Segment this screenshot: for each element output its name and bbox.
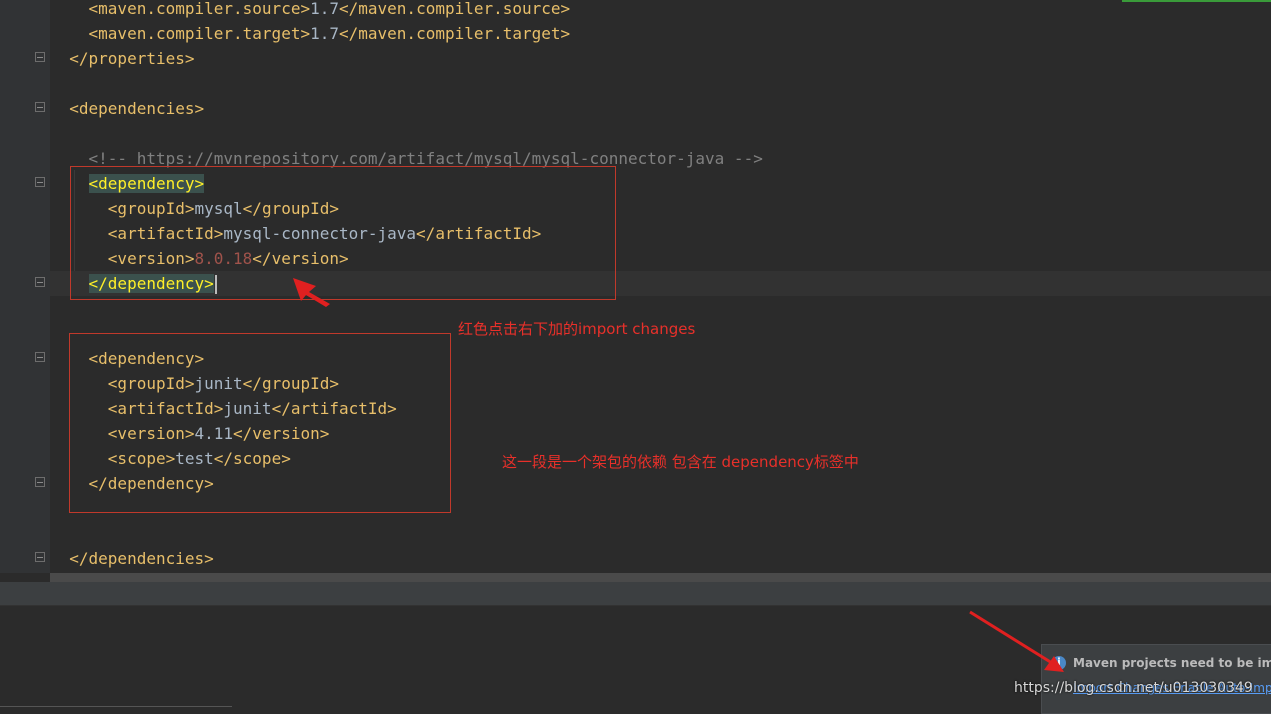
maven-import-notification[interactable]: i Maven projects need to be impo Import … <box>1041 644 1271 714</box>
divider-line <box>0 706 232 707</box>
code-line[interactable]: <maven.compiler.source>1.7</maven.compil… <box>50 0 571 21</box>
fold-marker-icon[interactable] <box>35 177 45 187</box>
code-editor[interactable]: <maven.compiler.source>1.7</maven.compil… <box>0 0 1271 573</box>
xml-tag: </maven.compiler.source> <box>339 0 571 18</box>
fold-marker-icon[interactable] <box>35 102 45 112</box>
xml-value: 1.7 <box>310 0 339 18</box>
annotation-box-mysql <box>70 166 616 300</box>
code-line[interactable]: </dependencies> <box>50 546 214 571</box>
xml-value: 1.7 <box>310 24 339 43</box>
editor-gutter[interactable] <box>0 0 50 573</box>
panel-divider[interactable] <box>0 582 1271 606</box>
code-line[interactable]: </properties> <box>50 46 195 71</box>
xml-tag: <dependencies> <box>69 99 205 118</box>
notification-title: Maven projects need to be impo <box>1073 656 1271 670</box>
annotation-note-import: 红色点击右下加的import changes <box>458 320 696 338</box>
fold-marker-icon[interactable] <box>35 277 45 287</box>
code-line[interactable]: <maven.compiler.target>1.7</maven.compil… <box>50 21 571 46</box>
info-icon: i <box>1052 656 1066 670</box>
fold-marker-icon[interactable] <box>35 352 45 362</box>
status-indicator <box>1122 0 1271 2</box>
xml-tag: <maven.compiler.target> <box>88 24 311 43</box>
xml-tag: <maven.compiler.source> <box>88 0 311 18</box>
annotation-box-junit <box>69 333 451 513</box>
fold-marker-icon[interactable] <box>35 552 45 562</box>
annotation-note-dependency: 这一段是一个架包的依赖 包含在 dependency标签中 <box>502 453 859 471</box>
xml-tag: </dependencies> <box>69 549 214 568</box>
horizontal-scrollbar[interactable] <box>50 573 1271 582</box>
fold-marker-icon[interactable] <box>35 477 45 487</box>
fold-marker-icon[interactable] <box>35 52 45 62</box>
xml-tag: </properties> <box>69 49 195 68</box>
code-line[interactable]: <dependencies> <box>50 96 204 121</box>
watermark: https://blog.csdn.net/u013030349 <box>1014 680 1253 696</box>
xml-tag: </maven.compiler.target> <box>339 24 571 43</box>
